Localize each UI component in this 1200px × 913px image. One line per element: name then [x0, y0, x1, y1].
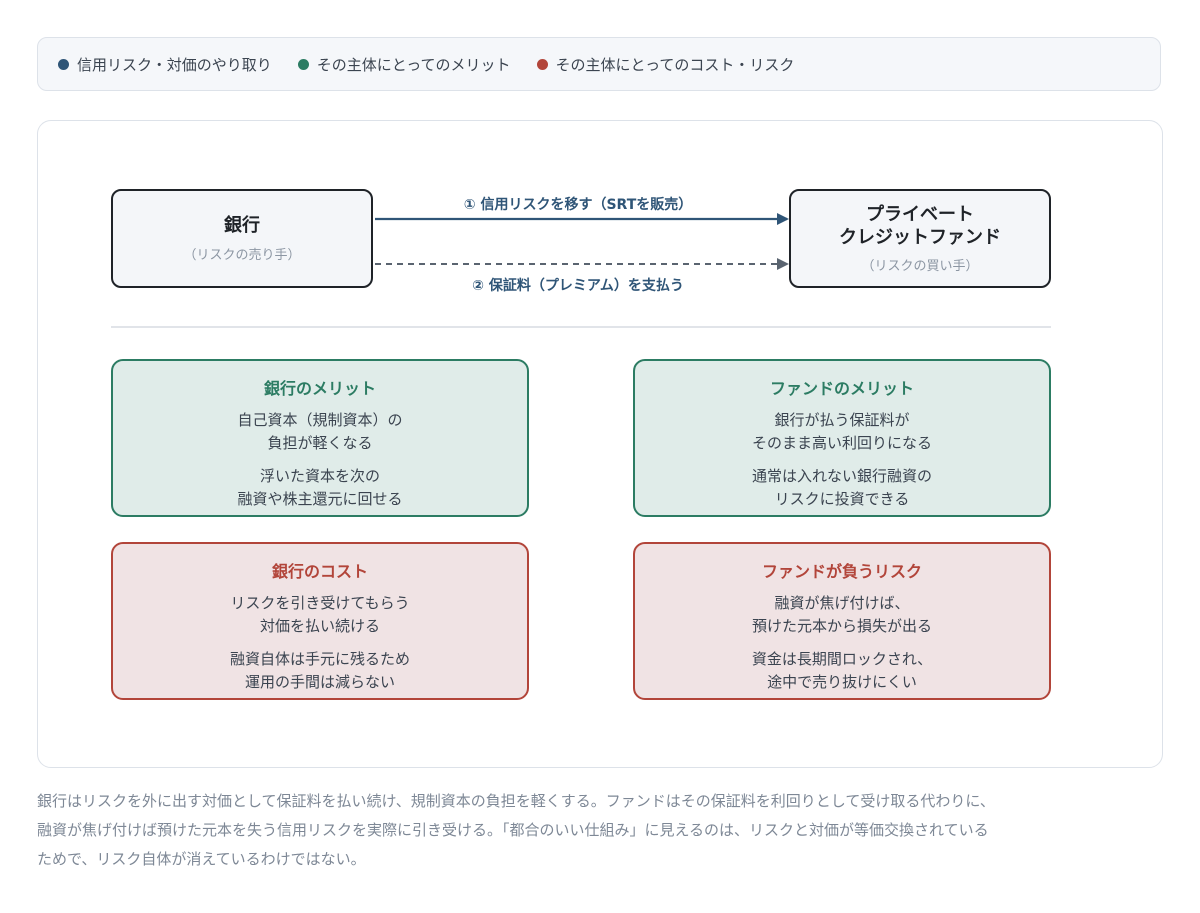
edge-label-risk-transfer: ① 信用リスクを移す（SRTを販売）: [463, 197, 693, 213]
divider: [111, 326, 1051, 328]
edge-label-premium: ② 保証料（プレミアム）を支払う: [472, 278, 684, 294]
card-title: 銀行のメリット: [263, 379, 376, 398]
card-line: 自己資本（規制資本）の 負担が軽くなる: [237, 411, 403, 452]
card-line: リスクを引き受けてもらう 対価を払い続ける: [230, 594, 410, 635]
card-bank-merit: 銀行のメリット 自己資本（規制資本）の 負担が軽くなる 浮いた資本を次の 融資や…: [111, 359, 529, 517]
card-line: 浮いた資本を次の 融資や株主還元に回せる: [237, 467, 403, 508]
card-bank-cost: 銀行のコスト リスクを引き受けてもらう 対価を払い続ける 融資自体は手元に残るた…: [111, 542, 529, 700]
legend-item-cost: その主体にとってのコスト・リスク: [536, 54, 795, 75]
legend-item-merit: その主体にとってのメリット: [297, 54, 511, 75]
node-subtitle: （リスクの買い手）: [861, 259, 979, 275]
diagram-panel: ① 信用リスクを移す（SRTを販売） ② 保証料（プレミアム）を支払う 銀行 （…: [37, 120, 1163, 768]
card-fund-risk: ファンドが負うリスク 融資が焦げ付けば、 預けた元本から損失が出る 資金は長期間…: [633, 542, 1051, 700]
card-line: 資金は長期間ロックされ、 途中で売り抜けにくい: [751, 650, 933, 691]
legend-label: その主体にとってのメリット: [316, 55, 511, 74]
legend-label: 信用リスク・対価のやり取り: [77, 55, 272, 74]
legend-item-transfer: 信用リスク・対価のやり取り: [58, 54, 272, 75]
node-subtitle: （リスクの売り手）: [183, 247, 301, 263]
node-title: 銀行: [224, 215, 260, 237]
card-line: 融資自体は手元に残るため 運用の手間は減らない: [229, 650, 410, 691]
legend-dot-green: [297, 58, 309, 70]
card-line: 銀行が払う保証料が そのまま高い利回りになる: [751, 411, 932, 452]
card-line: 通常は入れない銀行融資の リスクに投資できる: [751, 467, 932, 508]
card-fund-merit: ファンドのメリット 銀行が払う保証料が そのまま高い利回りになる 通常は入れない…: [633, 359, 1051, 517]
card-title: ファンドのメリット: [769, 379, 914, 398]
node-title: プライベート クレジットファンド: [839, 203, 1001, 248]
legend: 信用リスク・対価のやり取り その主体にとってのメリット その主体にとってのコスト…: [37, 37, 1161, 91]
card-title: 銀行のコスト: [271, 562, 368, 581]
node-bank: 銀行 （リスクの売り手）: [111, 189, 373, 288]
legend-dot-red: [536, 58, 548, 70]
legend-label: その主体にとってのコスト・リスク: [555, 55, 795, 74]
node-fund: プライベート クレジットファンド （リスクの買い手）: [789, 189, 1051, 288]
card-line: 融資が焦げ付けば、 預けた元本から損失が出る: [751, 594, 932, 635]
card-title: ファンドが負うリスク: [761, 562, 922, 581]
caption: 銀行はリスクを外に出す対価として保証料を払い続け、規制資本の負担を軽くする。ファ…: [37, 792, 995, 868]
legend-dot-blue: [58, 58, 69, 70]
